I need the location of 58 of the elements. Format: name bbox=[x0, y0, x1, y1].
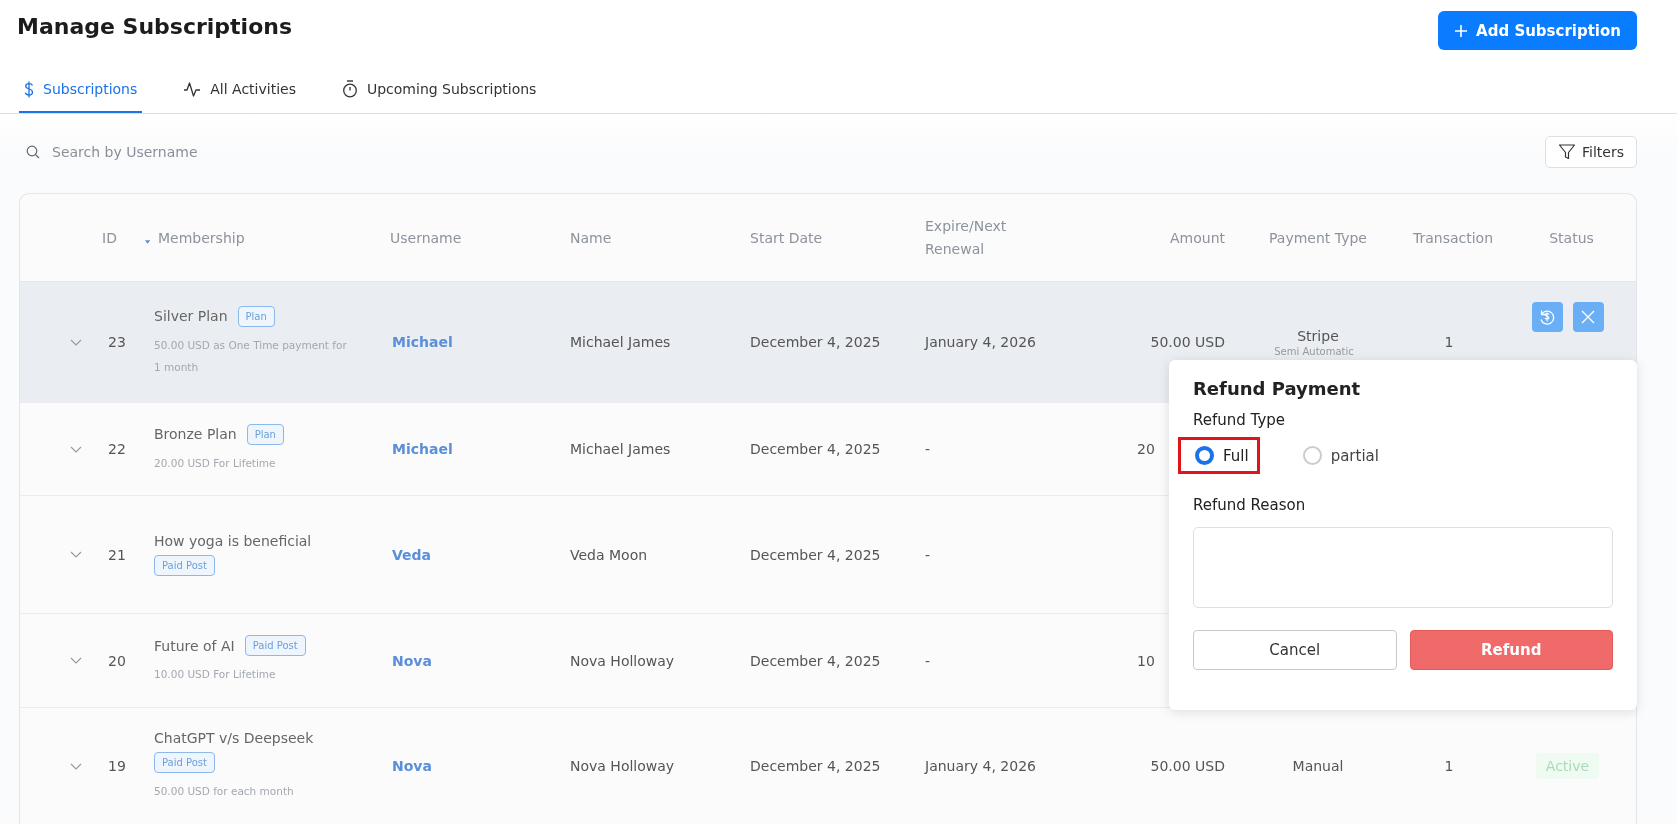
table-cell: 20 bbox=[1137, 441, 1155, 457]
table-cell-text: January 4, 2026 bbox=[923, 758, 1037, 774]
column-header: ID bbox=[102, 229, 117, 246]
table-cell-text: 20 bbox=[107, 652, 127, 669]
membership-description: 10.00 USD For Lifetime bbox=[154, 667, 277, 683]
table-cell-text: 23 bbox=[107, 334, 127, 350]
table-cell-text: January 4, 2026 bbox=[923, 334, 1037, 350]
column-header: Name bbox=[569, 229, 613, 246]
membership-description: 20.00 USD For Lifetime bbox=[154, 455, 277, 471]
column-header: Username bbox=[389, 229, 463, 246]
table-cell-text: 1 bbox=[1443, 334, 1455, 350]
table-cell-text: Veda Moon bbox=[569, 546, 649, 563]
table-cell-text: 1 bbox=[1443, 758, 1455, 774]
membership-title: Future of AI bbox=[154, 637, 235, 654]
status-badge: Active bbox=[1535, 753, 1600, 779]
dialog-title: Refund Payment bbox=[1193, 378, 1362, 399]
table-cell-text: Stripe bbox=[1296, 327, 1339, 344]
column-header: Membership bbox=[157, 229, 246, 246]
column-header: Transaction bbox=[1411, 229, 1495, 246]
table-cell-text: Nova Holloway bbox=[569, 652, 676, 669]
table-cell-text: December 4, 2025 bbox=[749, 758, 882, 774]
membership-tag: Plan bbox=[246, 423, 284, 445]
column-header: Amount bbox=[1169, 229, 1226, 246]
table-cell-text: - bbox=[924, 652, 932, 669]
table-cell-text: 50.00 USD bbox=[1149, 334, 1226, 350]
table-cell-text: 50.00 USD bbox=[1149, 758, 1226, 774]
table-cell: 10 bbox=[1137, 652, 1155, 669]
field-label: Refund Type bbox=[1193, 411, 1286, 429]
table-cell-text: Michael James bbox=[569, 334, 672, 350]
membership-title: Bronze Plan bbox=[154, 426, 237, 443]
membership-description: 50.00 USD for each month bbox=[154, 783, 295, 799]
table-cell-text: Nova Holloway bbox=[569, 758, 676, 774]
table-cell-text: December 4, 2025 bbox=[749, 441, 882, 457]
membership-title: ChatGPT v/s Deepseek bbox=[154, 729, 314, 746]
field-label: Refund Reason bbox=[1193, 496, 1307, 514]
table-cell-text: - bbox=[924, 441, 932, 457]
payment-note: Semi Automatic bbox=[1274, 345, 1354, 357]
membership-tag: Paid Post bbox=[154, 751, 215, 773]
table-cell-text: 22 bbox=[107, 441, 127, 457]
column-header: Expire/Next Renewal bbox=[924, 217, 1008, 259]
membership-title: How yoga is beneficial bbox=[154, 533, 312, 549]
column-header: Status bbox=[1548, 229, 1595, 246]
table-cell-text: 19 bbox=[107, 758, 127, 774]
table-cell-text: - bbox=[924, 546, 932, 563]
table-cell-text: Michael James bbox=[569, 441, 672, 457]
column-header: Start Date bbox=[749, 229, 824, 246]
table-cell-text: December 4, 2025 bbox=[749, 334, 882, 350]
table-cell-text: December 4, 2025 bbox=[749, 652, 882, 669]
page-title: Manage Subscriptions bbox=[17, 13, 293, 39]
table-cell-text: December 4, 2025 bbox=[749, 546, 882, 563]
table-cell-text: 21 bbox=[107, 546, 127, 563]
column-header: Payment Type bbox=[1268, 229, 1368, 246]
membership-tag: Paid Post bbox=[244, 635, 306, 657]
table-cell-text: Manual bbox=[1291, 758, 1344, 774]
membership-tag: Plan bbox=[237, 305, 275, 327]
membership-title: Silver Plan bbox=[154, 308, 228, 325]
membership-description: 50.00 USD as One Time payment for 1 month bbox=[154, 337, 348, 375]
membership-tag: Paid Post bbox=[154, 555, 215, 576]
